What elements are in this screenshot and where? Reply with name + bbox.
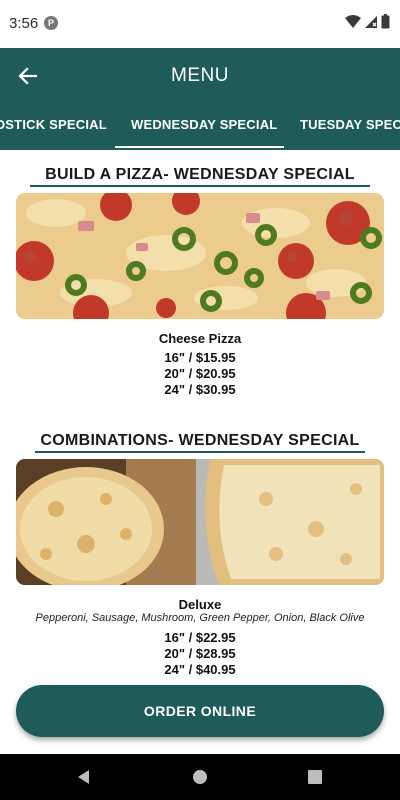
price-16: 16" / $22.95 (164, 630, 236, 645)
section-title: BUILD A PIZZA- WEDNESDAY SPECIAL (45, 166, 355, 183)
nav-back-icon[interactable] (75, 768, 93, 786)
section-title: COMBINATIONS- WEDNESDAY SPECIAL (40, 432, 360, 449)
status-icons (345, 14, 390, 29)
price-16: 16" / $15.95 (164, 350, 236, 365)
tab-tuesday-special[interactable]: TUESDAY SPECI (300, 104, 400, 150)
item-name: Deluxe (178, 597, 222, 612)
item-description: Pepperoni, Sausage, Mushroom, Green Pepp… (35, 612, 365, 624)
price-24: 24" / $40.95 (164, 662, 236, 677)
active-tab-indicator (115, 146, 284, 148)
tab-bar: OSTICK SPECIAL WEDNESDAY SPECIAL TUESDAY… (0, 104, 400, 150)
price-20: 20" / $28.95 (164, 646, 236, 661)
page-title: MENU (171, 65, 229, 86)
section-underline (30, 185, 370, 187)
tab-wednesday-special[interactable]: WEDNESDAY SPECIAL (131, 104, 277, 150)
status-bar: 3:56 P (0, 0, 400, 48)
battery-icon (381, 14, 390, 29)
pizza-photo (16, 459, 384, 585)
price-24: 24" / $30.95 (164, 382, 236, 397)
nav-recents-icon[interactable] (306, 768, 324, 786)
tab-breadstick-special[interactable]: OSTICK SPECIAL (0, 104, 107, 150)
deluxe-pizza-image (16, 459, 384, 585)
cheese-pizza-image (16, 193, 384, 319)
item-name: Cheese Pizza (158, 331, 242, 346)
nav-home-icon[interactable] (191, 768, 209, 786)
section-underline (35, 451, 365, 453)
wifi-icon (345, 14, 361, 28)
notification-icon: P (44, 16, 58, 30)
system-nav-bar (0, 754, 400, 800)
status-time: 3:56 (9, 15, 39, 32)
pizza-photo (16, 193, 384, 319)
price-20: 20" / $20.95 (164, 366, 236, 381)
menu-content[interactable]: BUILD A PIZZA- WEDNESDAY SPECIAL Cheese … (0, 150, 400, 754)
order-online-button[interactable]: ORDER ONLINE (16, 685, 384, 737)
cell-signal-icon (365, 15, 377, 28)
app-bar: MENU (0, 48, 400, 104)
